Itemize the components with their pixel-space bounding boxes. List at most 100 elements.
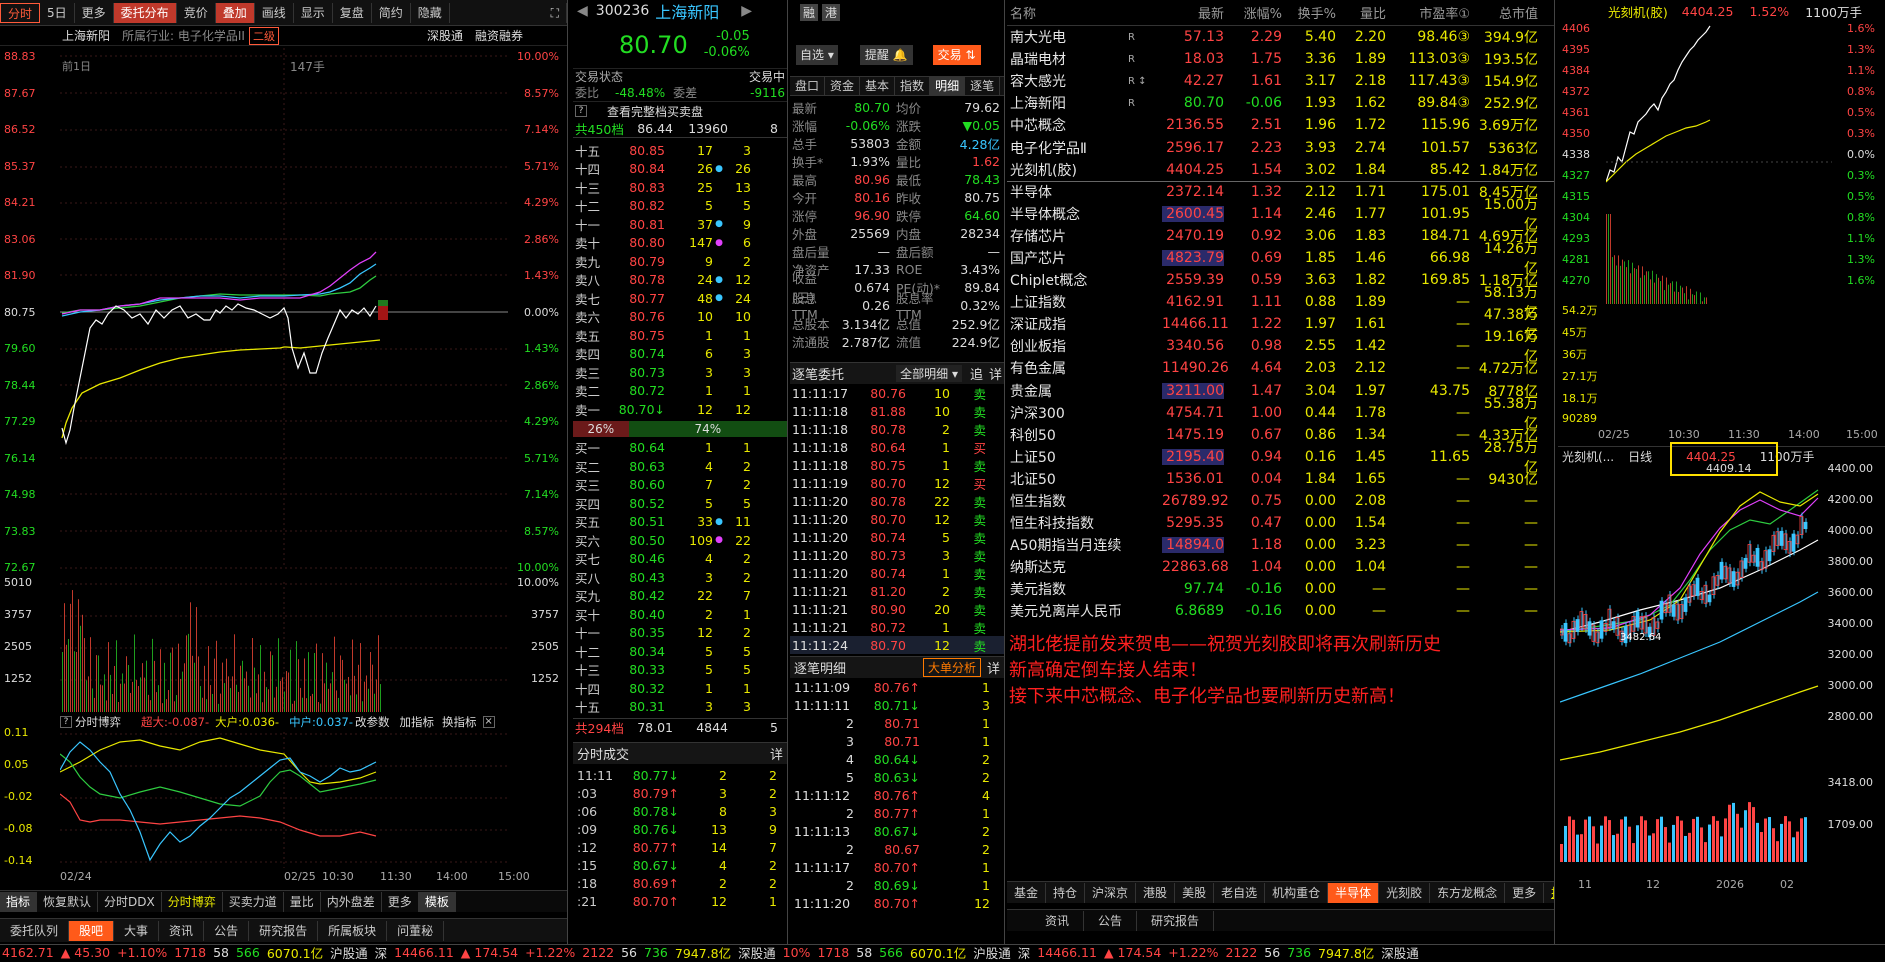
watch-row[interactable]: 晶瑞电材R18.031.753.361.89113.03③193.5亿 bbox=[1007, 48, 1554, 70]
buy-level[interactable]: 十二80.3455 bbox=[573, 642, 787, 661]
zb-filter[interactable]: 全部明细 ▾ bbox=[896, 365, 962, 382]
sell-level[interactable]: 卖六80.761010 bbox=[573, 308, 787, 327]
watch-row[interactable]: 恒生指数26789.920.750.002.08—— bbox=[1007, 490, 1554, 512]
watchlist-button[interactable]: 自选 ▾ bbox=[796, 45, 838, 65]
swap-indicator-button[interactable]: 换指标 bbox=[442, 714, 477, 730]
gang-badge[interactable]: 港 bbox=[822, 4, 840, 21]
news-tab[interactable]: 资讯 bbox=[1031, 911, 1084, 931]
watch-row[interactable]: 南大光电R57.132.295.402.2098.46③394.9亿 bbox=[1007, 26, 1554, 48]
fs-detail-button[interactable]: 详 bbox=[770, 744, 783, 763]
buy-level[interactable]: 买四80.5255 bbox=[573, 494, 787, 513]
watch-row[interactable]: 容大感光R ↕42.271.613.172.18117.43③154.9亿 bbox=[1007, 70, 1554, 92]
buy-level[interactable]: 十一80.35122 bbox=[573, 624, 787, 643]
level-tag[interactable]: 二级 bbox=[249, 27, 279, 45]
sell-level[interactable]: 十二80.8255 bbox=[573, 197, 787, 216]
watch-col-header[interactable]: 涨幅% bbox=[1224, 3, 1282, 22]
buy-level[interactable]: 买七80.4642 bbox=[573, 550, 787, 569]
indicator-tab[interactable]: 分时DDX bbox=[98, 892, 162, 912]
remind-button[interactable]: 提醒 🔔 bbox=[860, 45, 913, 65]
sector-tab[interactable]: 光刻胶 bbox=[1379, 883, 1430, 903]
watch-row[interactable]: 有色金属11490.264.642.032.12—4.72万亿 bbox=[1007, 357, 1554, 379]
toolbar-button[interactable]: 分时 bbox=[0, 3, 40, 23]
watch-col-header[interactable]: 市盈率① bbox=[1386, 3, 1470, 22]
status-item[interactable]: 沪股通 bbox=[330, 943, 368, 962]
sell-level[interactable]: 卖四80.7463 bbox=[573, 345, 787, 364]
sell-level[interactable]: 十一80.8137●9 bbox=[573, 215, 787, 234]
watch-col-header[interactable]: 最新 bbox=[1162, 3, 1224, 22]
indicator-tab[interactable]: 内外盘差 bbox=[321, 892, 382, 912]
status-item[interactable]: 沪股通 bbox=[973, 943, 1011, 962]
watch-row[interactable]: 纳斯达克22863.681.040.001.04—— bbox=[1007, 556, 1554, 578]
zb-detail-button[interactable]: 详 bbox=[989, 364, 1002, 383]
full-book-link[interactable]: 查看完整档买卖盘 bbox=[607, 103, 703, 120]
watch-row[interactable]: 中芯概念2136.552.511.961.72115.963.69万亿 bbox=[1007, 114, 1554, 136]
watch-row[interactable]: A50期指当月连续14894.01.180.003.23—— bbox=[1007, 534, 1554, 556]
next-stock-icon[interactable]: ▶ bbox=[741, 3, 752, 19]
prev-stock-icon[interactable]: ◀ bbox=[577, 3, 588, 19]
buy-level[interactable]: 买六80.50109●22 bbox=[573, 531, 787, 550]
toolbar-button[interactable]: 隐藏 bbox=[411, 3, 450, 23]
toolbar-button[interactable]: 画线 bbox=[255, 3, 294, 23]
sell-level[interactable]: 卖八80.7824●12 bbox=[573, 271, 787, 290]
deep-link[interactable]: 深股通 bbox=[427, 27, 463, 44]
watch-row[interactable]: 电子化学品Ⅱ2596.172.233.932.74101.575363亿 bbox=[1007, 136, 1554, 158]
indicator-tab[interactable]: 指标 bbox=[0, 892, 37, 912]
buy-level[interactable]: 买八80.4332 bbox=[573, 568, 787, 587]
sector-tab[interactable]: 美股 bbox=[1175, 883, 1214, 903]
watch-row[interactable]: 恒生科技指数5295.350.470.001.54—— bbox=[1007, 512, 1554, 534]
sector-tab[interactable]: 抓牛机会在这里>> bbox=[1544, 883, 1555, 903]
watch-col-header[interactable]: 总市值 bbox=[1470, 3, 1538, 22]
toolbar-button[interactable]: 简约 bbox=[372, 3, 411, 23]
watch-row[interactable]: 上证502195.400.940.161.4511.6528.75万亿 bbox=[1007, 446, 1554, 468]
bottom-tab[interactable]: 公告 bbox=[204, 921, 249, 941]
sector-tab[interactable]: 半导体 bbox=[1328, 883, 1379, 903]
sector-tab[interactable]: 更多 bbox=[1505, 883, 1544, 903]
bottom-tab[interactable]: 研究报告 bbox=[249, 921, 318, 941]
indicator-tab[interactable]: 分时博弈 bbox=[162, 892, 223, 912]
indicator-tab[interactable]: 模板 bbox=[419, 892, 456, 912]
toolbar-button[interactable]: 竞价 bbox=[177, 3, 216, 23]
bottom-tab[interactable]: 所属板块 bbox=[318, 921, 387, 941]
help-icon[interactable]: ? bbox=[60, 716, 72, 728]
params-button[interactable]: 改参数 bbox=[355, 714, 390, 730]
help-icon[interactable]: ? bbox=[575, 105, 587, 117]
news-tab[interactable]: 公告 bbox=[1084, 911, 1137, 931]
detail-tab[interactable]: 指数 bbox=[895, 76, 930, 96]
indicator-tab[interactable]: 恢复默认 bbox=[37, 892, 98, 912]
detail-tab[interactable]: 明细 bbox=[930, 76, 965, 96]
bottom-tab[interactable]: 问董秘 bbox=[387, 921, 444, 941]
sell-level[interactable]: 十四80.8426●26 bbox=[573, 160, 787, 179]
buy-level[interactable]: 十五80.3133 bbox=[573, 698, 787, 717]
zbmx-detail-button[interactable]: 详 bbox=[987, 658, 1000, 677]
toolbar-button[interactable]: 复盘 bbox=[333, 3, 372, 23]
sell-level[interactable]: 卖五80.7511 bbox=[573, 326, 787, 345]
rong-badge[interactable]: 融 bbox=[800, 4, 818, 21]
close-icon[interactable]: × bbox=[483, 716, 495, 728]
margin-link[interactable]: 融资融券 bbox=[475, 27, 523, 44]
watch-row[interactable]: 半导体概念2600.451.142.461.77101.9515.00万亿 bbox=[1007, 203, 1554, 225]
sell-level[interactable]: 卖十80.80147●6 bbox=[573, 234, 787, 253]
toolbar-button[interactable]: 更多 bbox=[75, 3, 114, 23]
sector-tab[interactable]: 老自选 bbox=[1214, 883, 1265, 903]
sector-tab[interactable]: 持仓 bbox=[1046, 883, 1085, 903]
detail-tab[interactable]: 逐笔 bbox=[965, 76, 1000, 96]
sell-level[interactable]: 十三80.832513 bbox=[573, 178, 787, 197]
sell-level[interactable]: 卖二80.7211 bbox=[573, 382, 787, 401]
buy-level[interactable]: 十四80.3211 bbox=[573, 679, 787, 698]
sector-tab[interactable]: 港股 bbox=[1136, 883, 1175, 903]
buy-level[interactable]: 买一80.6411 bbox=[573, 439, 787, 458]
sell-level[interactable]: 卖一80.70↓1212 bbox=[573, 400, 787, 419]
toolbar-button[interactable]: 委托分布 bbox=[114, 3, 177, 23]
watch-row[interactable]: 创业板指3340.560.982.551.42—19.16万亿 bbox=[1007, 335, 1554, 357]
sell-level[interactable]: 卖九80.7992 bbox=[573, 252, 787, 271]
detail-tab[interactable]: 基本 bbox=[860, 76, 895, 96]
watch-row[interactable]: 北证501536.010.041.841.65—9430亿 bbox=[1007, 468, 1554, 490]
bottom-tab[interactable]: 资讯 bbox=[159, 921, 204, 941]
toolbar-button[interactable]: 5日 bbox=[40, 3, 75, 23]
buy-level[interactable]: 买五80.5133●11 bbox=[573, 513, 787, 532]
watch-row[interactable]: 沪深3004754.711.000.441.78—55.38万亿 bbox=[1007, 402, 1554, 424]
watch-row[interactable]: 美元指数97.74-0.160.00——— bbox=[1007, 578, 1554, 600]
status-item[interactable]: 深股通 bbox=[1381, 943, 1419, 962]
watch-col-header[interactable]: 换手% bbox=[1282, 3, 1336, 22]
bottom-tab[interactable]: 委托队列 bbox=[0, 921, 69, 941]
